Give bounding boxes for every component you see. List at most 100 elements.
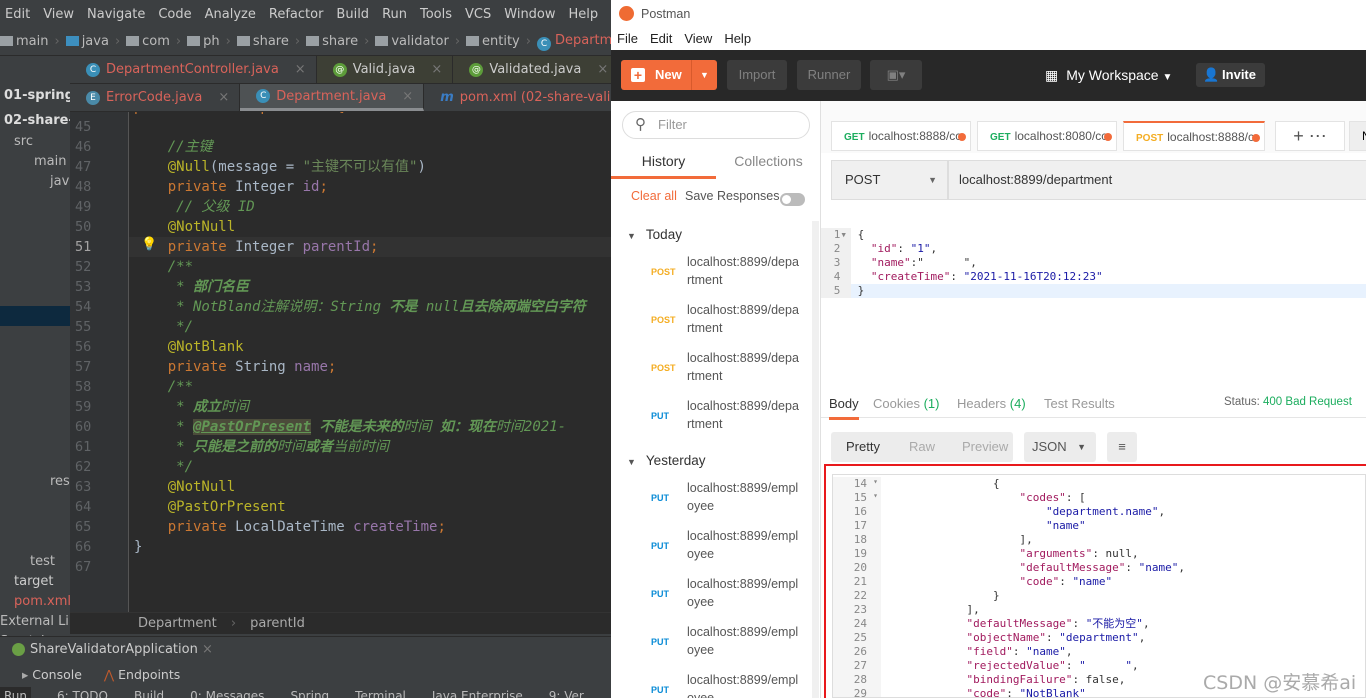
- request-body-editor[interactable]: 1▾ {2 "id": "1", 3 "name":" ", 4 "createTi…: [821, 228, 1366, 300]
- breadcrumb-item[interactable]: entity: [466, 34, 520, 49]
- intention-bulb-icon[interactable]: 💡: [141, 237, 157, 252]
- tree-item[interactable]: resc: [50, 472, 70, 492]
- close-icon[interactable]: ×: [597, 62, 608, 77]
- tool-window-button[interactable]: Run: [0, 687, 32, 698]
- tree-item[interactable]: 01-springbo: [4, 86, 70, 106]
- breadcrumb-item[interactable]: java: [65, 34, 109, 49]
- editor-tab[interactable]: C Department.java ×: [240, 84, 425, 111]
- history-item[interactable]: PUT localhost:8899/employee: [611, 523, 811, 571]
- filter-input[interactable]: ⚲ Filter: [622, 111, 810, 139]
- pretty-button[interactable]: Pretty: [846, 432, 880, 462]
- save-responses-toggle[interactable]: [780, 193, 805, 206]
- response-tab-test-results[interactable]: Test Results: [1044, 396, 1115, 411]
- tool-window-button[interactable]: Terminal: [355, 687, 406, 698]
- breadcrumb-item[interactable]: com: [126, 34, 170, 49]
- close-icon[interactable]: ×: [431, 62, 442, 77]
- history-item[interactable]: PUT localhost:8899/employee: [611, 475, 811, 523]
- tool-window-button[interactable]: Spring: [290, 687, 329, 698]
- tree-item[interactable]: main: [34, 152, 66, 172]
- editor-tab[interactable]: @ Validated.java ×: [453, 56, 611, 83]
- url-input[interactable]: localhost:8899/department: [948, 160, 1366, 200]
- history-item[interactable]: PUT localhost:8899/employee: [611, 571, 811, 619]
- menu-refactor[interactable]: Refactor: [269, 7, 324, 22]
- response-tab-body[interactable]: Body: [829, 396, 859, 420]
- menu-edit[interactable]: Edit: [5, 7, 30, 22]
- breadcrumb-item[interactable]: CDepartment: [536, 33, 611, 51]
- clear-all-link[interactable]: Clear all: [631, 189, 677, 203]
- close-icon[interactable]: ×: [402, 89, 413, 104]
- wrap-lines-icon[interactable]: ≡: [1107, 432, 1137, 462]
- raw-button[interactable]: Raw: [909, 432, 935, 462]
- new-button[interactable]: + New ▼: [621, 60, 717, 90]
- sidebar-scrollbar[interactable]: [812, 221, 819, 698]
- menu-view[interactable]: View: [684, 28, 712, 50]
- response-tab-headers[interactable]: Headers (4): [957, 396, 1026, 411]
- tab-history[interactable]: History: [611, 147, 716, 179]
- tree-item[interactable]: src: [14, 132, 33, 152]
- breadcrumb-item[interactable]: validator: [375, 34, 449, 49]
- history-item[interactable]: PUT localhost:8899/employee: [611, 667, 811, 698]
- tree-item[interactable]: External Libra: [0, 612, 70, 632]
- menu-build[interactable]: Build: [336, 7, 369, 22]
- menu-navigate[interactable]: Navigate: [87, 7, 145, 22]
- crumb-class[interactable]: Department: [138, 616, 217, 631]
- console-tab[interactable]: Console: [32, 667, 82, 682]
- editor-tab[interactable]: C DepartmentController.java ×: [70, 56, 317, 83]
- workspace-switcher[interactable]: ▦ My Workspace ▼: [1045, 60, 1172, 93]
- tree-item[interactable]: java: [50, 172, 70, 192]
- menu-view[interactable]: View: [43, 7, 74, 22]
- crumb-field[interactable]: parentId: [250, 616, 305, 631]
- request-tab[interactable]: GET localhost:8888/cc: [831, 121, 971, 151]
- response-tab-cookies[interactable]: Cookies (1): [873, 396, 939, 411]
- preview-button[interactable]: Preview: [962, 432, 1008, 462]
- endpoints-tab[interactable]: Endpoints: [118, 667, 180, 682]
- import-button[interactable]: Import: [727, 60, 787, 90]
- history-item[interactable]: PUT localhost:8899/department: [611, 393, 811, 441]
- menu-code[interactable]: Code: [158, 7, 191, 22]
- menu-file[interactable]: File: [617, 28, 638, 50]
- close-icon[interactable]: ×: [202, 642, 213, 657]
- breadcrumb-item[interactable]: share: [236, 34, 289, 49]
- history-item[interactable]: POST localhost:8899/department: [611, 297, 811, 345]
- menu-analyze[interactable]: Analyze: [205, 7, 256, 22]
- tree-item[interactable]: test: [30, 552, 55, 572]
- breadcrumb-item[interactable]: main: [0, 34, 48, 49]
- menu-tools[interactable]: Tools: [420, 7, 452, 22]
- runner-button[interactable]: Runner: [797, 60, 861, 90]
- close-icon[interactable]: ×: [218, 90, 229, 105]
- editor-tab[interactable]: E ErrorCode.java ×: [70, 84, 241, 111]
- menu-edit[interactable]: Edit: [650, 28, 672, 50]
- request-tab[interactable]: POST localhost:8888/c: [1123, 121, 1265, 151]
- menu-help[interactable]: Help: [724, 28, 751, 50]
- breadcrumb-item[interactable]: share: [306, 34, 358, 49]
- tool-window-button[interactable]: 9: Ver: [549, 687, 584, 698]
- method-select[interactable]: POST ▼: [831, 160, 948, 200]
- history-item[interactable]: POST localhost:8899/department: [611, 345, 811, 393]
- tree-item[interactable]: 02-share-val: [4, 111, 70, 131]
- code-editor[interactable]: public class Department { //主键 @Null(mes…: [128, 112, 611, 612]
- tool-window-button[interactable]: 0: Messages: [190, 687, 264, 698]
- history-group[interactable]: ▼ Today: [627, 227, 682, 242]
- breadcrumb-item[interactable]: ph: [187, 34, 220, 49]
- request-tab[interactable]: GET localhost:8080/cc: [977, 121, 1117, 151]
- tree-item[interactable]: target: [14, 572, 54, 592]
- menu-run[interactable]: Run: [382, 7, 407, 22]
- editor-tab[interactable]: @ Valid.java ×: [316, 56, 454, 83]
- new-dropdown-caret[interactable]: ▼: [691, 60, 717, 90]
- menu-window[interactable]: Window: [504, 7, 555, 22]
- tool-window-button[interactable]: 6: TODO: [57, 687, 108, 698]
- tool-window-button[interactable]: Build: [134, 687, 164, 698]
- tab-collections[interactable]: Collections: [716, 147, 821, 179]
- history-item[interactable]: PUT localhost:8899/employee: [611, 619, 811, 667]
- history-group[interactable]: ▼ Yesterday: [627, 453, 705, 468]
- tree-item[interactable]: pom.xml: [14, 592, 70, 612]
- add-tab-button[interactable]: + ⋯: [1275, 121, 1345, 151]
- language-select[interactable]: JSON ▼: [1024, 432, 1096, 462]
- environment-select[interactable]: No: [1349, 121, 1366, 151]
- invite-button[interactable]: 👤 Invite: [1196, 63, 1265, 87]
- editor-tab[interactable]: mpom.xml (02-share-valida×: [424, 84, 611, 111]
- run-config-tab[interactable]: ShareValidatorApplication ×: [0, 636, 611, 662]
- close-icon[interactable]: ×: [295, 62, 306, 77]
- menu-help[interactable]: Help: [569, 7, 599, 22]
- tool-window-button[interactable]: Java Enterprise: [432, 687, 523, 698]
